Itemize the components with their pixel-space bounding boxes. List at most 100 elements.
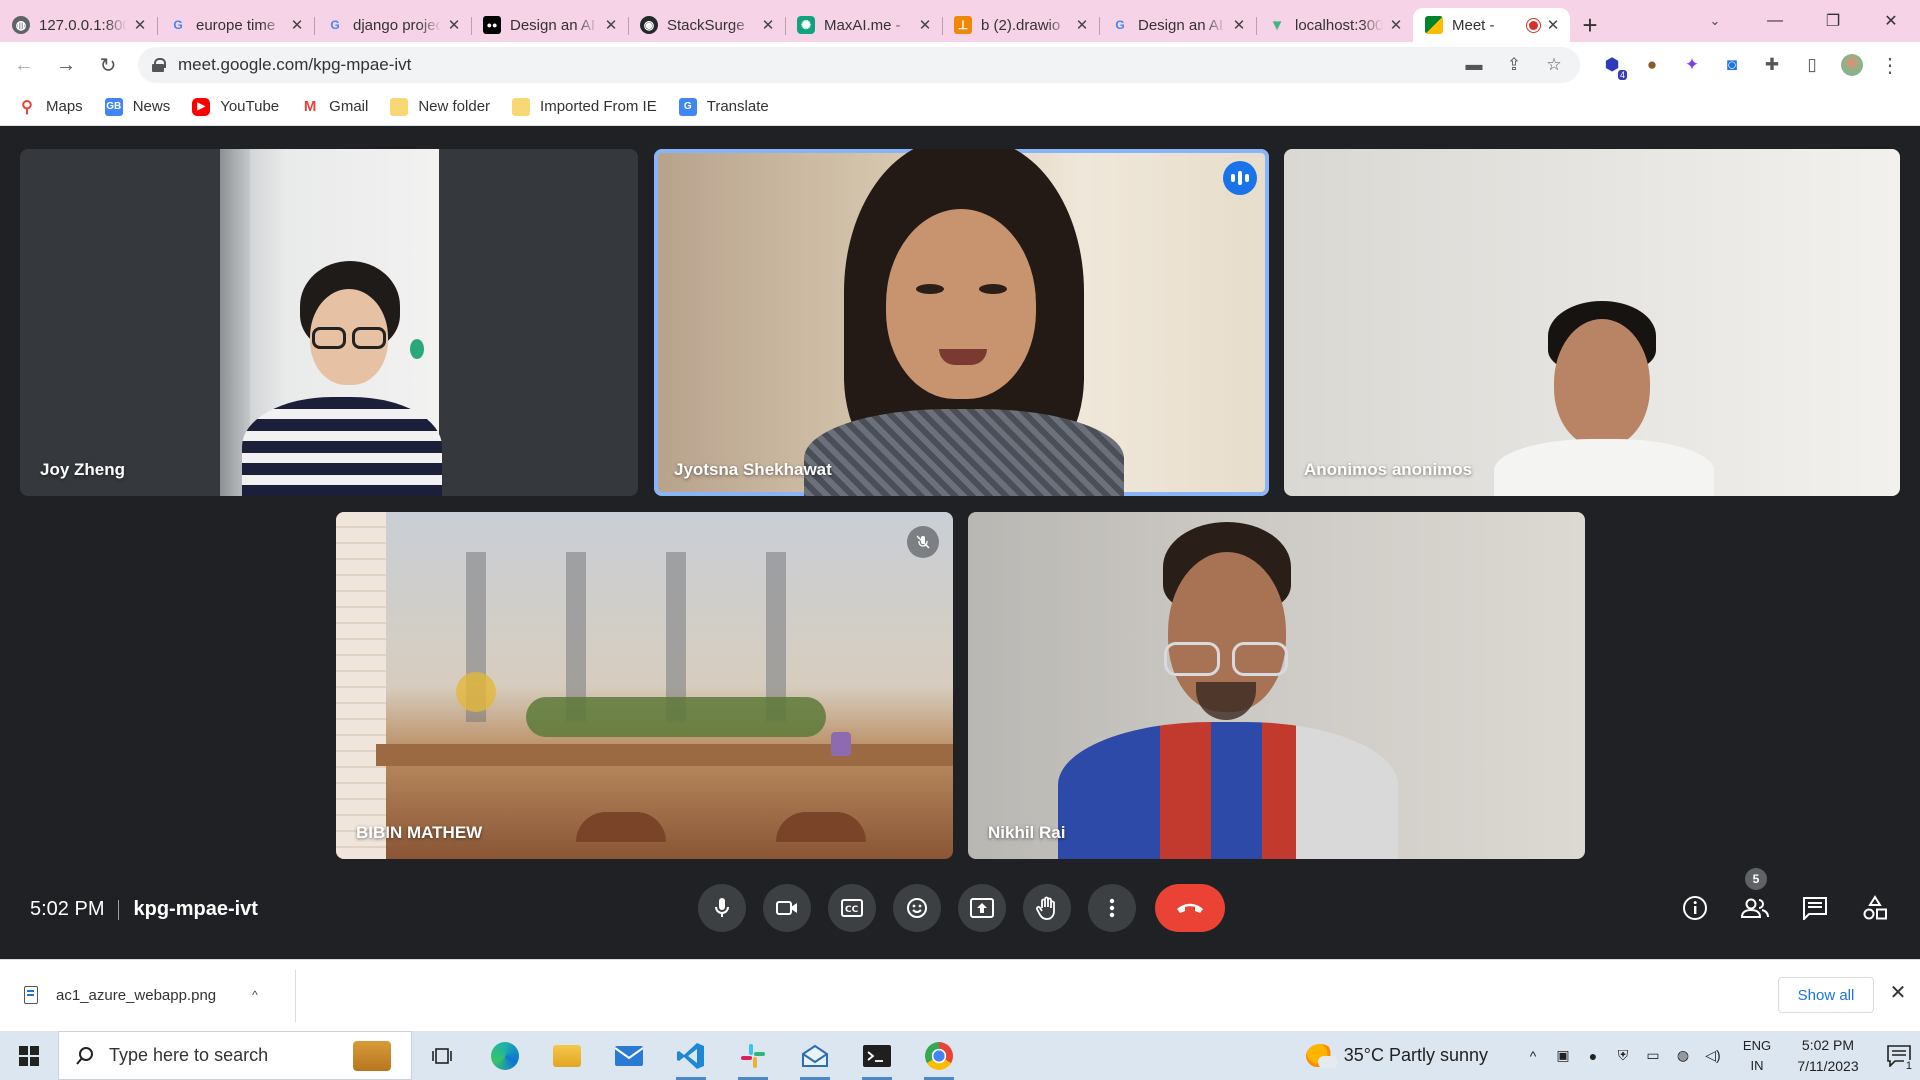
participant-tile[interactable]: BIBIN MATHEW xyxy=(336,512,953,859)
bookmark-gmail[interactable]: M Gmail xyxy=(301,98,368,116)
raise-hand-button[interactable] xyxy=(1023,884,1071,932)
battery-icon[interactable]: ▭ xyxy=(1638,1031,1668,1080)
close-icon[interactable]: ✕ xyxy=(1387,16,1405,34)
sparkle-icon[interactable]: ✦ xyxy=(1672,47,1712,83)
browser-tab-active[interactable]: Meet - ✕ xyxy=(1413,8,1570,42)
emoji-button[interactable] xyxy=(893,884,941,932)
camera-tray-icon[interactable]: ▣ xyxy=(1548,1031,1578,1080)
puzzle-icon[interactable]: ✚ xyxy=(1752,47,1792,83)
browser-tab[interactable]: ✺ MaxAI.me - ✕ xyxy=(785,8,942,42)
browser-tab[interactable]: G Design an AI ✕ xyxy=(1099,8,1256,42)
chevron-up-icon[interactable]: ^ xyxy=(1518,1031,1548,1080)
side-panel-icon[interactable]: ▯ xyxy=(1792,47,1832,83)
edge-app[interactable] xyxy=(474,1031,536,1080)
bookmark-star-icon[interactable]: ☆ xyxy=(1534,47,1574,83)
activities-button[interactable] xyxy=(1851,884,1899,932)
start-button[interactable] xyxy=(0,1031,58,1080)
close-icon[interactable]: ✕ xyxy=(1544,16,1562,34)
weather-text: 35°C Partly sunny xyxy=(1343,1045,1488,1065)
language-region: IN xyxy=(1750,1057,1764,1073)
file-explorer-app[interactable] xyxy=(536,1031,598,1080)
email-client-app[interactable] xyxy=(784,1031,846,1080)
close-icon[interactable]: ✕ xyxy=(288,16,306,34)
camera-button[interactable] xyxy=(763,884,811,932)
browser-tab[interactable]: ▼ localhost:3000 ✕ xyxy=(1256,8,1413,42)
participant-tile[interactable]: Nikhil Rai xyxy=(968,512,1585,859)
close-icon[interactable]: ✕ xyxy=(1230,16,1248,34)
weather-widget[interactable]: 35°C Partly sunny xyxy=(1305,1043,1488,1068)
address-bar[interactable]: meet.google.com/kpg-mpae-ivt ▬ ⇪ ☆ xyxy=(138,47,1580,83)
slack-app[interactable] xyxy=(722,1031,784,1080)
vscode-app[interactable] xyxy=(660,1031,722,1080)
show-all-button[interactable]: Show all xyxy=(1778,977,1874,1013)
more-options-button[interactable] xyxy=(1088,884,1136,932)
bookmark-label: YouTube xyxy=(220,98,280,115)
close-icon[interactable]: ✕ xyxy=(916,16,934,34)
chrome-app[interactable] xyxy=(908,1031,970,1080)
present-button[interactable] xyxy=(958,884,1006,932)
browser-tab[interactable]: ◍ 127.0.0.1:8000 ✕ xyxy=(0,8,157,42)
browser-tab[interactable]: G django project ✕ xyxy=(314,8,471,42)
close-icon[interactable]: ✕ xyxy=(131,16,149,34)
download-item[interactable]: ac1_azure_webapp.png ^ xyxy=(24,977,258,1013)
task-view-button[interactable] xyxy=(412,1031,474,1080)
network-globe-icon[interactable]: ◍ xyxy=(1668,1031,1698,1080)
close-icon[interactable]: ✕ xyxy=(1073,16,1091,34)
security-icon[interactable]: ⛨ xyxy=(1608,1031,1638,1080)
participant-tile[interactable]: Joy Zheng xyxy=(20,149,638,496)
cookie-icon[interactable]: ● xyxy=(1632,47,1672,83)
participant-tile[interactable]: Anonimos anonimos xyxy=(1284,149,1900,496)
browser-tab[interactable]: G europe time ✕ xyxy=(157,8,314,42)
briefcase-icon[interactable] xyxy=(353,1041,391,1071)
bookmark-new-folder[interactable]: New folder xyxy=(390,97,490,116)
profile-avatar[interactable] xyxy=(1832,47,1872,83)
tab-title: MaxAI.me - xyxy=(824,16,901,34)
chat-button[interactable] xyxy=(1791,884,1839,932)
browser-tab[interactable]: ●● Design an AI ✕ xyxy=(471,8,628,42)
bookmark-maps[interactable]: ⚲ Maps xyxy=(18,98,83,116)
restore-icon[interactable]: ❐ xyxy=(1804,0,1862,42)
close-icon[interactable]: ✕ xyxy=(602,16,620,34)
tab-search-icon[interactable]: ⌄ xyxy=(1700,6,1730,36)
terminal-app[interactable] xyxy=(846,1031,908,1080)
chrome-icon xyxy=(925,1041,953,1070)
close-icon[interactable]: ✕ xyxy=(759,16,777,34)
back-icon[interactable]: ← xyxy=(6,47,42,83)
minimize-icon[interactable]: — xyxy=(1746,0,1804,42)
mic-button[interactable] xyxy=(698,884,746,932)
share-icon[interactable]: ⇪ xyxy=(1494,47,1534,83)
system-clock[interactable]: 5:02 PM 7/11/2023 xyxy=(1778,1035,1878,1077)
volume-icon[interactable]: ◁) xyxy=(1698,1031,1728,1080)
forward-icon[interactable]: → xyxy=(48,47,84,83)
screen-capture-icon[interactable]: ◙ xyxy=(1712,47,1752,83)
bookmark-imported-from-ie[interactable]: Imported From IE xyxy=(512,97,657,116)
new-tab-button[interactable]: + xyxy=(1570,8,1610,42)
bookmark-news[interactable]: GB News xyxy=(104,97,171,116)
chrome-menu-icon[interactable]: ⋮ xyxy=(1872,47,1908,83)
notifications-button[interactable]: 1 xyxy=(1878,1031,1920,1080)
close-window-icon[interactable]: ✕ xyxy=(1862,0,1920,42)
end-call-button[interactable] xyxy=(1155,884,1225,932)
url-text[interactable]: meet.google.com/kpg-mpae-ivt xyxy=(178,55,411,75)
taskbar-search[interactable]: Type here to search xyxy=(58,1031,412,1080)
bookmark-label: News xyxy=(132,98,171,115)
mail-app[interactable] xyxy=(598,1031,660,1080)
meeting-details-button[interactable] xyxy=(1671,884,1719,932)
chevron-up-icon[interactable]: ^ xyxy=(252,988,258,1002)
input-language[interactable]: ENG IN xyxy=(1736,1036,1778,1076)
participant-tile-active-speaker[interactable]: Jyotsna Shekhawat xyxy=(654,149,1269,496)
bookmark-youtube[interactable]: ▶ YouTube xyxy=(192,97,280,116)
browser-tab[interactable]: ◉ StackSurge ✕ xyxy=(628,8,785,42)
maxai-icon: ✺ xyxy=(797,16,815,34)
lock-icon[interactable] xyxy=(152,58,166,72)
camera-in-use-icon[interactable]: ▬ xyxy=(1454,47,1494,83)
close-icon[interactable]: ✕ xyxy=(1886,980,1910,1004)
reload-icon[interactable]: ↻ xyxy=(90,47,126,83)
people-button[interactable]: 5 xyxy=(1731,868,1779,932)
browser-tab[interactable]: ⊥ b (2).drawio ✕ xyxy=(942,8,1099,42)
mic-tray-icon[interactable]: ● xyxy=(1578,1031,1608,1080)
close-icon[interactable]: ✕ xyxy=(445,16,463,34)
captions-button[interactable]: CC xyxy=(828,884,876,932)
bookmark-translate[interactable]: G Translate xyxy=(678,97,769,116)
extension-icon[interactable]: ⬢ 4 xyxy=(1592,47,1632,83)
